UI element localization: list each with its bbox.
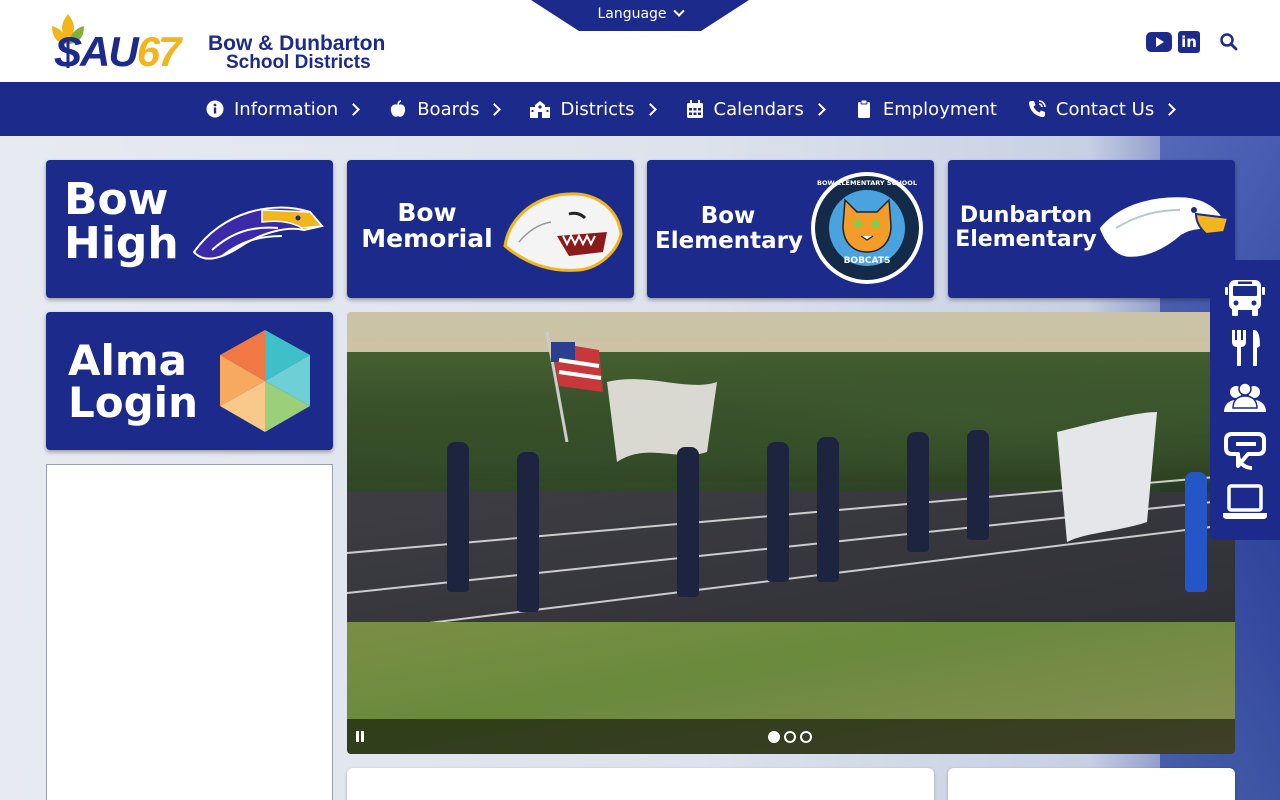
tile-alma-login[interactable]: Alma Login: [46, 312, 333, 450]
nav-item-boards[interactable]: Boards: [388, 98, 502, 120]
utensils-icon[interactable]: [1222, 328, 1268, 368]
phone-icon: [1028, 100, 1046, 117]
main-navigation: Information Boards Districts Calendars E…: [0, 82, 1280, 136]
calendar-icon: [686, 100, 703, 118]
nav-label: Employment: [882, 98, 997, 120]
bobcats-badge: BOBCATS BOW ELEMENTARY SCHOOL: [811, 172, 923, 284]
cougar-mascot-icon: [503, 192, 623, 272]
chevron-down-icon: [672, 5, 685, 17]
tile-bow-high[interactable]: Bow High: [46, 160, 333, 298]
nav-label: Calendars: [713, 98, 804, 120]
apple-icon: [391, 100, 406, 117]
nav-item-information[interactable]: Information: [205, 98, 361, 120]
nav-label: Information: [234, 98, 339, 120]
language-label: Language: [531, 5, 749, 22]
slide-indicators: [768, 731, 816, 743]
tile-bow-elementary[interactable]: Bow Elementary BOBCATS BOW ELEMENTARY SCH…: [647, 160, 934, 298]
chevron-right-icon: [347, 102, 361, 116]
quick-links-bar: [1210, 260, 1280, 540]
logo-district-name: Bow & Dunbarton School Districts: [208, 32, 386, 73]
slide-player: [907, 432, 929, 552]
slide-player: [677, 447, 699, 597]
embedded-content-panel: [46, 464, 333, 800]
slide-spectator: [1185, 472, 1207, 592]
nav-label: Boards: [417, 98, 480, 120]
chevron-right-icon: [1163, 102, 1177, 116]
chevron-right-icon: [643, 102, 657, 116]
photo-slideshow[interactable]: [347, 312, 1235, 754]
tile-title: Bow High: [64, 174, 179, 269]
nav-item-employment[interactable]: Employment: [854, 99, 997, 120]
slide-white-flag: [607, 379, 717, 462]
eagle-mascot-icon: [192, 206, 324, 260]
slide-dot-2[interactable]: [784, 731, 796, 743]
clipboard-icon: [857, 99, 870, 118]
tile-title: Bow Memorial: [361, 198, 493, 253]
content-card-events: [948, 768, 1235, 800]
slide-player: [447, 442, 469, 592]
bus-icon[interactable]: [1222, 278, 1268, 318]
search-icon[interactable]: [1219, 32, 1239, 52]
tutor-logo-icon[interactable]: [1222, 432, 1268, 472]
slide-dot-1[interactable]: [768, 731, 780, 743]
tile-bow-memorial[interactable]: Bow Memorial: [347, 160, 634, 298]
nav-item-contact-us[interactable]: Contact Us: [1027, 98, 1177, 120]
nav-label: Contact Us: [1055, 98, 1155, 120]
info-icon: [206, 100, 224, 118]
chevron-right-icon: [812, 102, 826, 116]
slide-player: [517, 452, 539, 612]
tile-title: Dunbarton Elementary: [955, 203, 1097, 252]
language-selector[interactable]: Language: [531, 0, 749, 31]
tile-title: Bow Elementary: [655, 203, 803, 254]
site-logo[interactable]: SAU67 Bow & Dunbarton School Districts: [48, 10, 388, 75]
linkedin-icon[interactable]: in: [1178, 31, 1200, 53]
slide-team-flag: [1057, 412, 1157, 542]
nav-label: Districts: [560, 98, 635, 120]
pause-icon[interactable]: [356, 731, 365, 742]
bald-eagle-mascot-icon: [1096, 194, 1230, 260]
slide-player: [967, 430, 989, 540]
slide-player: [767, 442, 789, 582]
slide-dot-3[interactable]: [800, 731, 812, 743]
slideshow-controls: [347, 719, 1235, 754]
youtube-icon[interactable]: [1146, 32, 1172, 52]
logo-sau-text: SAU67: [54, 28, 181, 75]
slide-player: [817, 437, 839, 582]
users-icon[interactable]: [1222, 380, 1268, 420]
laptop-icon[interactable]: [1222, 482, 1268, 522]
tile-title: Alma Login: [68, 336, 198, 427]
nav-item-calendars[interactable]: Calendars: [685, 98, 826, 120]
alma-logo-icon: [220, 330, 310, 432]
site-header: SAU67 Bow & Dunbarton School Districts L…: [0, 0, 1280, 82]
chevron-right-icon: [488, 102, 502, 116]
tile-dunbarton-elementary[interactable]: Dunbarton Elementary: [948, 160, 1235, 298]
school-icon: [530, 101, 551, 118]
bobcat-face-icon: [842, 198, 892, 253]
nav-item-districts[interactable]: Districts: [529, 98, 657, 120]
content-card-news: [347, 768, 934, 800]
